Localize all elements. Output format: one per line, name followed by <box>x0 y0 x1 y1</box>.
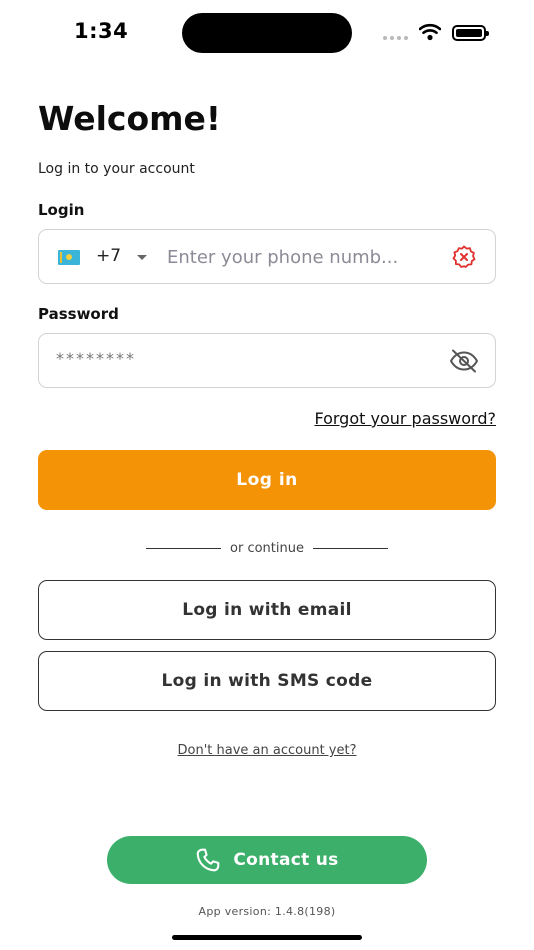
password-value[interactable]: ******** <box>56 349 136 368</box>
signup-link[interactable]: Don't have an account yet? <box>0 743 534 758</box>
country-code[interactable]: +7 <box>96 246 121 266</box>
contact-us-label[interactable]: Contact us <box>233 850 338 870</box>
phone-field: +7 <box>38 229 496 284</box>
status-time: 1:34 <box>74 19 129 43</box>
divider-line-left <box>146 548 222 549</box>
contact-us-button[interactable]: Contact us <box>107 836 427 884</box>
battery-icon <box>452 25 489 41</box>
email-login-button[interactable]: Log in with email <box>38 580 496 640</box>
login-label: Login <box>38 201 85 219</box>
wifi-icon <box>419 23 441 41</box>
signal-icon <box>383 36 408 40</box>
page-subtitle: Log in to your account <box>38 161 195 177</box>
home-indicator[interactable] <box>172 935 362 940</box>
password-label: Password <box>38 305 119 323</box>
password-field[interactable]: ******** <box>38 333 496 388</box>
dynamic-island <box>182 13 352 53</box>
app-version: App version: 1.4.8(198) <box>198 905 336 918</box>
clear-error-icon[interactable] <box>452 245 476 269</box>
page-title: Welcome! <box>38 99 221 138</box>
divider-text: or continue <box>230 541 304 556</box>
or-continue-divider: or continue <box>146 541 388 556</box>
eye-off-icon[interactable] <box>449 349 479 373</box>
sms-login-button[interactable]: Log in with SMS code <box>38 651 496 711</box>
phone-input[interactable] <box>167 240 437 274</box>
kazakhstan-flag-icon[interactable] <box>58 250 80 265</box>
chevron-down-icon[interactable] <box>137 255 147 260</box>
forgot-password-link[interactable]: Forgot your password? <box>314 409 496 428</box>
divider-line-right <box>312 548 388 549</box>
phone-icon <box>197 848 220 872</box>
login-button[interactable]: Log in <box>38 450 496 510</box>
